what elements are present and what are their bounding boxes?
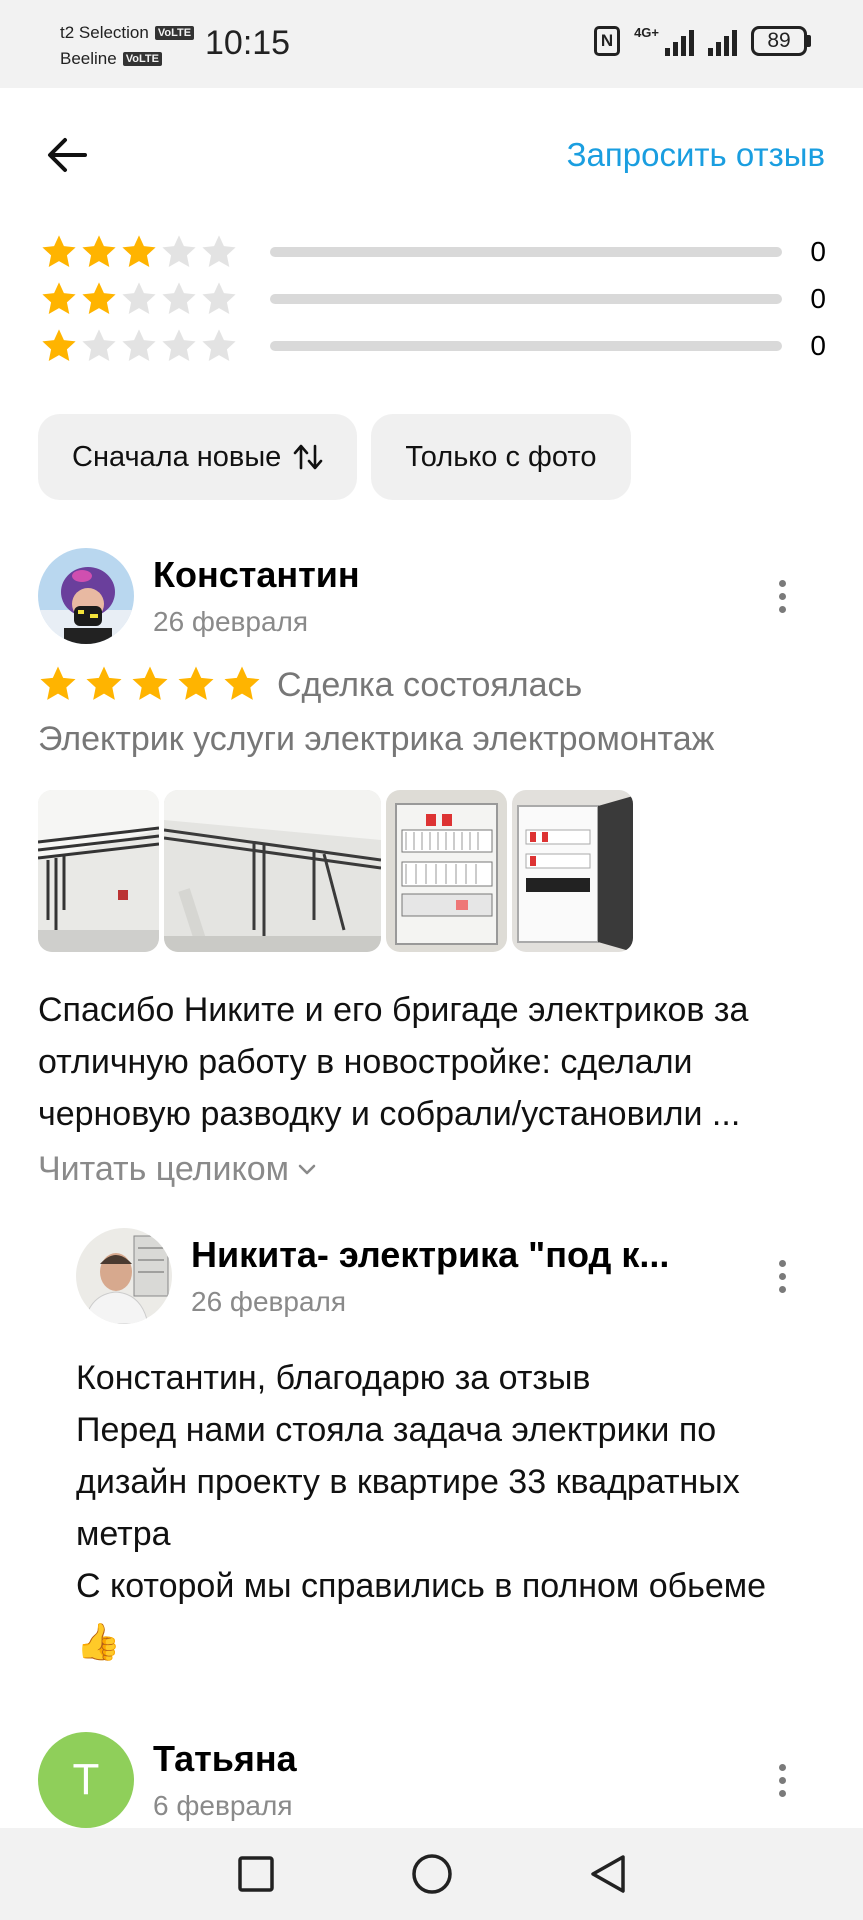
star-empty-icon xyxy=(202,328,236,361)
review-author[interactable]: Татьяна xyxy=(153,1738,653,1780)
circle-icon xyxy=(411,1854,452,1894)
seller-name[interactable]: Никита- электрика "под к... xyxy=(191,1234,721,1276)
rating-stars xyxy=(40,280,270,318)
read-more-link[interactable]: Читать целиком xyxy=(38,1150,317,1189)
star-empty-icon xyxy=(202,234,236,267)
more-options-icon[interactable] xyxy=(762,571,802,621)
star-empty-icon xyxy=(162,328,196,361)
reply-line: С которой мы справились в полном обьеме xyxy=(76,1567,767,1605)
more-options-icon[interactable] xyxy=(762,1251,802,1301)
star-filled-icon xyxy=(122,234,156,267)
photo-only-chip[interactable]: Только с фото xyxy=(371,414,631,500)
star-empty-icon xyxy=(82,328,116,361)
square-icon xyxy=(237,1856,274,1892)
rating-count: 0 xyxy=(810,235,826,267)
arrow-left-icon xyxy=(48,138,87,172)
star-filled-icon xyxy=(42,234,76,267)
reply-text: Константин, благодарю за отзыв Перед нам… xyxy=(76,1352,836,1668)
clock: 10:15 xyxy=(205,24,291,62)
back-nav-button[interactable] xyxy=(584,1850,632,1898)
star-filled-icon xyxy=(82,234,116,267)
navigation-bar xyxy=(0,1828,863,1920)
avatar-letter: Т xyxy=(72,1755,100,1804)
reply-date: 26 февраля xyxy=(191,1286,347,1317)
carrier-info: t2 Selection VoLTE Beeline VoLTE xyxy=(60,20,195,72)
photo-only-chip-label: Только с фото xyxy=(405,440,597,473)
rating-row: 0 xyxy=(40,275,826,322)
carrier-1: t2 Selection xyxy=(60,23,149,42)
reply-line: Константин, благодарю за отзыв xyxy=(76,1359,591,1397)
rating-row: 0 xyxy=(40,322,826,369)
review-photos xyxy=(38,790,633,952)
review-author[interactable]: Константин xyxy=(153,554,653,596)
carrier-2: Beeline xyxy=(60,49,117,68)
review-photo[interactable] xyxy=(164,790,381,952)
status-icons: N 4G+ 89 xyxy=(594,26,811,56)
star-empty-icon xyxy=(122,281,156,314)
star-filled-icon xyxy=(224,666,260,700)
more-options-icon[interactable] xyxy=(762,1755,802,1805)
star-filled-icon xyxy=(42,328,76,361)
sort-chip[interactable]: Сначала новые xyxy=(38,414,358,500)
request-review-link[interactable]: Запросить отзыв xyxy=(567,136,825,174)
back-button[interactable] xyxy=(42,130,92,180)
star-filled-icon xyxy=(42,281,76,314)
seller-avatar[interactable] xyxy=(76,1228,172,1324)
filter-chips: Сначала новые Только с фото xyxy=(38,414,631,500)
sort-arrows-icon xyxy=(294,444,323,470)
thumbs-up-emoji: 👍 xyxy=(76,1621,121,1662)
star-filled-icon xyxy=(178,666,214,700)
rating-stars xyxy=(40,327,270,365)
review-stars xyxy=(38,664,262,704)
star-filled-icon xyxy=(132,666,168,700)
rating-row: 0 xyxy=(40,228,826,275)
rating-breakdown: 0 0 0 xyxy=(40,228,826,369)
review-date: 6 февраля xyxy=(153,1790,293,1821)
battery-level: 89 xyxy=(751,26,807,56)
signal-icon xyxy=(708,26,737,56)
rating-count: 0 xyxy=(810,329,826,361)
reply-line: Перед нами стояла задача электрики по ди… xyxy=(76,1411,740,1553)
rating-bar xyxy=(270,293,782,304)
review-photo[interactable] xyxy=(386,790,507,952)
home-button[interactable] xyxy=(408,1850,456,1898)
read-more-label: Читать целиком xyxy=(38,1150,289,1188)
star-filled-icon xyxy=(86,666,122,700)
signal-icon xyxy=(665,26,694,56)
star-empty-icon xyxy=(202,281,236,314)
review-date: 26 февраля xyxy=(153,606,309,637)
recents-button[interactable] xyxy=(232,1850,280,1898)
rating-count: 0 xyxy=(810,282,826,314)
star-filled-icon xyxy=(40,666,76,700)
sort-chip-label: Сначала новые xyxy=(72,440,282,473)
chevron-down-icon xyxy=(298,1164,316,1174)
review-photo[interactable] xyxy=(38,790,159,952)
service-name: Электрик услуги электрика электромонтаж xyxy=(38,720,715,758)
star-filled-icon xyxy=(82,281,116,314)
star-empty-icon xyxy=(162,281,196,314)
review-text: Спасибо Никите и его бригаде электриков … xyxy=(38,991,749,1133)
review-photo[interactable] xyxy=(512,790,633,952)
status-bar: t2 Selection VoLTE Beeline VoLTE 10:15 N 4… xyxy=(0,0,863,88)
avatar[interactable] xyxy=(38,548,134,644)
volte-badge: VoLTE xyxy=(154,26,195,40)
network-type: 4G+ xyxy=(634,25,659,40)
rating-bar xyxy=(270,246,782,257)
star-empty-icon xyxy=(162,234,196,267)
star-empty-icon xyxy=(122,328,156,361)
rating-bar xyxy=(270,340,782,351)
triangle-back-icon xyxy=(590,1855,625,1893)
deal-status: Сделка состоялась xyxy=(277,666,583,704)
avatar[interactable]: Т xyxy=(38,1732,134,1828)
nfc-icon: N xyxy=(594,26,621,56)
rating-stars xyxy=(40,233,270,271)
volte-badge: VoLTE xyxy=(122,52,162,66)
battery-icon: 89 xyxy=(751,26,811,56)
